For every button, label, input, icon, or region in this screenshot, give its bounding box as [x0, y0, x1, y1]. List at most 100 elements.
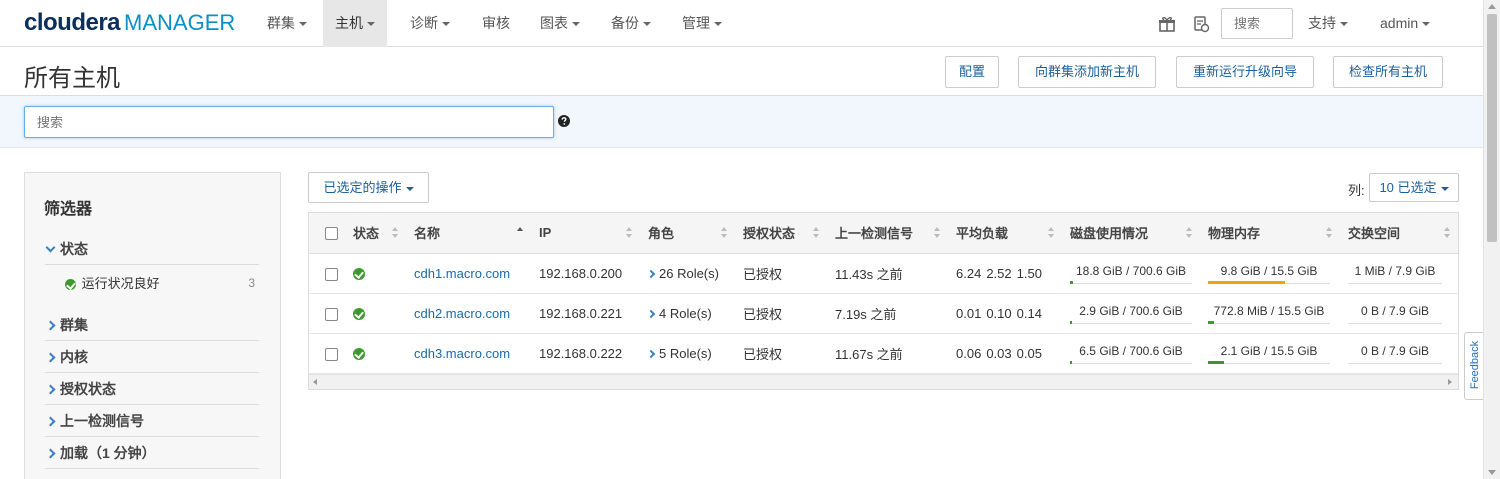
running-commands-icon[interactable] [1192, 15, 1210, 33]
status-cell [347, 253, 408, 294]
ip-cell: 192.168.0.221 [533, 293, 642, 334]
columns-selected-label: 10 已选定 [1379, 180, 1437, 195]
sort-ascending-icon [517, 227, 523, 239]
column-header-swap-space[interactable]: 交换空间 [1342, 213, 1458, 254]
swap-usage-meter: 0 B / 7.9 GiB [1348, 342, 1442, 364]
last-heartbeat-cell: 11.43s 之前 [829, 253, 950, 294]
question-circle-icon[interactable] [558, 115, 570, 127]
columns-selector-button[interactable]: 10 已选定 [1369, 173, 1459, 202]
column-header-ip[interactable]: IP [533, 213, 642, 254]
nav-charts[interactable]: 图表 [528, 0, 592, 47]
scroll-right-icon[interactable] [1448, 379, 1452, 385]
column-header-disk-usage[interactable]: 磁盘使用情况 [1064, 213, 1202, 254]
add-hosts-button[interactable]: 向群集添加新主机 [1018, 56, 1156, 88]
chevron-right-icon [45, 416, 56, 427]
sort-icon [1444, 227, 1450, 239]
load-15min: 0.05 [1016, 345, 1042, 361]
host-search-input[interactable] [24, 106, 554, 138]
page-header: 所有主机 配置 向群集添加新主机 重新运行升级向导 检查所有主机 [0, 48, 1483, 96]
status-cell [347, 293, 408, 334]
cloudera-manager-logo[interactable]: cloudera MANAGER [24, 9, 235, 37]
scroll-down-icon[interactable] [1488, 470, 1496, 475]
nav-clusters[interactable]: 群集 [255, 0, 319, 47]
disk-usage-label: 2.9 GiB / 700.6 GiB [1079, 304, 1183, 318]
disk-usage-bar [1070, 321, 1073, 324]
column-header-last-heartbeat[interactable]: 上一检测信号 [829, 213, 950, 254]
host-name-link[interactable]: cdh2.macro.com [414, 306, 510, 321]
last-heartbeat-cell: 11.67s 之前 [829, 333, 950, 374]
swap-space-cell: 0 B / 7.9 GiB [1342, 293, 1458, 334]
filter-group-cluster[interactable]: 群集 [45, 309, 259, 341]
column-header-name[interactable]: 名称 [408, 213, 533, 254]
nav-user-menu[interactable]: admin [1368, 0, 1442, 47]
filter-group-label: 状态 [60, 241, 88, 257]
roles-cell[interactable]: 4 Role(s) [642, 293, 737, 334]
row-checkbox[interactable] [325, 347, 338, 361]
filter-group-label: 内核 [60, 349, 88, 365]
caret-down-icon [405, 186, 414, 191]
horizontal-scrollbar[interactable] [309, 374, 1458, 389]
configure-button[interactable]: 配置 [945, 56, 999, 88]
disk-usage-bar [1070, 361, 1073, 364]
nav-audits[interactable]: 审核 [470, 0, 522, 47]
filter-group-status[interactable]: 状态 [45, 233, 259, 265]
filter-group-last-heartbeat[interactable]: 上一检测信号 [45, 405, 259, 437]
table-row[interactable]: cdh3.macro.com 192.168.0.222 5 Role(s) 已… [309, 333, 1458, 374]
nav-hosts[interactable]: 主机 [323, 0, 387, 47]
nav-diagnostics[interactable]: 诊断 [398, 0, 462, 47]
caret-down-icon [299, 22, 307, 27]
column-header-load-average[interactable]: 平均负载 [950, 213, 1064, 254]
global-search-input[interactable] [1221, 8, 1293, 39]
column-header-label: IP [539, 225, 552, 241]
nav-label: 群集 [267, 15, 295, 31]
nav-label: 图表 [540, 15, 568, 31]
host-name-link[interactable]: cdh3.macro.com [414, 346, 510, 361]
nav-administration[interactable]: 管理 [670, 0, 734, 47]
table-header-row: 状态 名称 IP 角色 授权状态 上一检测信号 平均负载 磁盘使用情况 物理内存… [309, 213, 1458, 254]
filter-option-healthy[interactable]: 运行状况良好 3 [65, 273, 259, 295]
row-select-cell [309, 253, 347, 294]
inspect-all-hosts-button[interactable]: 检查所有主机 [1333, 56, 1443, 88]
row-checkbox[interactable] [325, 267, 338, 281]
column-header-status[interactable]: 状态 [347, 213, 408, 254]
rerun-upgrade-wizard-button[interactable]: 重新运行升级向导 [1176, 56, 1314, 88]
gift-icon[interactable] [1158, 15, 1176, 33]
column-header-commission-state[interactable]: 授权状态 [737, 213, 829, 254]
roles-cell[interactable]: 26 Role(s) [642, 253, 737, 294]
disk-usage-meter: 2.9 GiB / 700.6 GiB [1070, 302, 1192, 324]
selected-actions-button[interactable]: 已选定的操作 [308, 172, 429, 203]
select-all-cell [309, 213, 347, 254]
health-good-icon [353, 268, 365, 281]
nav-backup[interactable]: 备份 [599, 0, 663, 47]
sort-icon [934, 227, 940, 239]
host-name-link[interactable]: cdh1.macro.com [414, 266, 510, 281]
scroll-left-icon[interactable] [313, 379, 317, 385]
column-header-roles[interactable]: 角色 [642, 213, 737, 254]
select-all-checkbox[interactable] [325, 227, 338, 241]
row-checkbox[interactable] [325, 307, 338, 321]
sort-icon [392, 227, 398, 239]
health-good-icon [353, 348, 365, 361]
column-header-physical-memory[interactable]: 物理内存 [1202, 213, 1342, 254]
table-row[interactable]: cdh1.macro.com 192.168.0.200 26 Role(s) … [309, 253, 1458, 294]
nav-label: 备份 [611, 15, 639, 31]
column-header-label: 平均负载 [956, 226, 1009, 242]
vertical-scrollbar[interactable] [1483, 0, 1500, 479]
commission-state-cell: 已授权 [737, 293, 829, 334]
hosts-table: 状态 名称 IP 角色 授权状态 上一检测信号 平均负载 磁盘使用情况 物理内存… [308, 212, 1459, 390]
sort-icon [813, 227, 819, 239]
scroll-up-icon[interactable] [1488, 4, 1496, 9]
physical-memory-cell: 2.1 GiB / 15.5 GiB [1202, 333, 1342, 374]
nav-support[interactable]: 支持 [1296, 0, 1360, 47]
ip-cell: 192.168.0.222 [533, 333, 642, 374]
roles-cell[interactable]: 5 Role(s) [642, 333, 737, 374]
load-5min: 0.10 [986, 305, 1012, 321]
feedback-tab[interactable]: Feedback [1464, 332, 1484, 400]
scrollbar-thumb[interactable] [1487, 14, 1497, 242]
filter-group-cores[interactable]: 内核 [45, 341, 259, 373]
filter-group-commission-state[interactable]: 授权状态 [45, 373, 259, 405]
load-average-cell: 0.06 0.03 0.05 [950, 333, 1064, 374]
chevron-right-icon [646, 309, 656, 318]
table-row[interactable]: cdh2.macro.com 192.168.0.221 4 Role(s) 已… [309, 293, 1458, 334]
filter-group-load[interactable]: 加载（1 分钟） [45, 437, 259, 469]
